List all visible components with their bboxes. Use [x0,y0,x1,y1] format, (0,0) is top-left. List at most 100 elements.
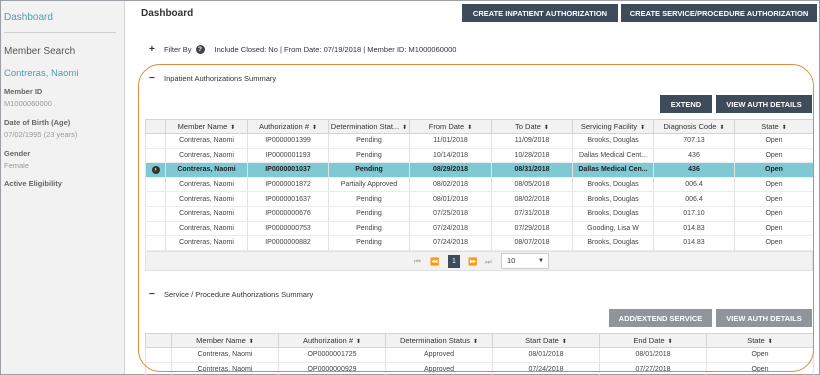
table-cell: 07/29/2018 [491,221,573,237]
table-row[interactable]: Contreras, Naomi IP0000001637 Pending 08/01… [145,191,814,207]
column-header-label: Diagnosis Code [663,122,717,131]
previous-page-icon[interactable]: ⏪ [430,257,439,266]
column-header-servicing-facility[interactable]: Servicing Facility ⬍ [572,119,654,134]
column-header-end-date[interactable]: End Date ⬍ [599,333,707,348]
inpatient-pager: ⏮ ⏪ 1 ⏩ ⏭ 10 ▼ [145,251,813,271]
row-select-cell[interactable] [145,148,166,164]
table-cell: Open [734,133,814,149]
table-cell: Partially Approved [328,177,410,193]
collapse-inpatient-icon[interactable]: − [149,73,155,84]
column-header-state[interactable]: State ⬍ [734,119,814,134]
row-select-cell[interactable] [145,206,166,222]
sort-icon[interactable]: ⬍ [356,339,361,345]
column-header-from-date[interactable]: From Date ⬍ [409,119,492,134]
table-row[interactable]: Contreras, Naomi IP0000000882 Pending 07/24… [145,235,814,251]
column-header-state[interactable]: State ⬍ [706,333,814,348]
row-select-icon[interactable]: › [151,165,160,174]
active-eligibility-label[interactable]: Active Eligibility [4,179,62,188]
column-header-member-name[interactable]: Member Name ⬍ [171,333,279,348]
filter-label[interactable]: Filter By [164,45,192,54]
table-cell: Contreras, Naomi [165,162,248,178]
column-header-determination-stat[interactable]: Determination Stat... ⬍ [328,119,410,134]
add-extend-service-button[interactable]: ADD/EXTEND SERVICE [609,309,712,327]
table-cell: 436 [653,162,735,178]
table-cell: Brooks, Douglas [572,133,654,149]
table-row[interactable]: Contreras, Naomi IP0000001193 Pending 10/14… [145,148,814,164]
column-header-label: Member Name [196,336,246,345]
table-cell: 006.4 [653,177,735,193]
help-icon[interactable]: ? [195,45,205,54]
table-cell: Contreras, Naomi [165,133,248,149]
table-row[interactable]: Contreras, Naomi IP0000001872 Partially Ap… [145,177,814,193]
row-select-cell[interactable] [145,347,172,363]
column-header-label: State [747,336,765,345]
row-select-cell[interactable] [145,221,166,237]
sidebar: Dashboard Member Search Contreras, Naomi… [1,1,125,374]
first-page-icon[interactable]: ⏮ [414,257,421,267]
member-id-value: M1000060000 [4,99,52,108]
table-cell: Pending [328,162,410,178]
column-header-label: Authorization # [258,122,309,131]
table-cell: 08/07/2018 [491,235,573,251]
create-service-procedure-authorization-button[interactable]: CREATE SERVICE/PROCEDURE AUTHORIZATION [621,4,817,22]
table-cell: Brooks, Douglas [572,235,654,251]
table-cell: IP0000000676 [247,206,329,222]
table-cell: 07/24/2018 [409,235,492,251]
sort-icon[interactable]: ⬍ [467,125,472,131]
row-select-cell[interactable] [145,362,172,375]
sort-icon[interactable]: ⬍ [230,125,235,131]
table-cell: Pending [328,191,410,207]
sort-icon[interactable]: ⬍ [719,125,724,131]
column-header-authorization[interactable]: Authorization # ⬍ [278,333,386,348]
column-header-start-date[interactable]: Start Date ⬍ [492,333,600,348]
row-select-cell[interactable] [145,133,166,149]
column-header-member-name[interactable]: Member Name ⬍ [165,119,248,134]
sort-icon[interactable]: ⬍ [249,339,254,345]
table-row[interactable]: Contreras, Naomi OP0000001725 Approved 08/0… [145,347,814,363]
sort-icon[interactable]: ⬍ [668,339,673,345]
row-select-cell[interactable]: › [145,162,166,178]
table-row[interactable]: Contreras, Naomi IP0000000753 Pending 07/24… [145,221,814,237]
next-page-icon[interactable]: ⏩ [468,257,477,266]
table-row[interactable]: Contreras, Naomi IP0000001399 Pending 11/01… [145,133,814,149]
sort-icon[interactable]: ⬍ [544,125,549,131]
table-row[interactable]: Contreras, Naomi IP0000000676 Pending 07/25… [145,206,814,222]
dashboard-link[interactable]: Dashboard [4,12,53,23]
column-header-diagnosis-code[interactable]: Diagnosis Code ⬍ [653,119,735,134]
page-size-select[interactable]: 10 ▼ [501,253,549,269]
row-select-cell[interactable] [145,177,166,193]
sort-icon[interactable]: ⬍ [640,125,645,131]
table-cell: IP0000001872 [247,177,329,193]
table-cell: Pending [328,133,410,149]
table-cell: 08/05/2018 [491,177,573,193]
current-page-button[interactable]: 1 [448,255,460,268]
column-header-determination-status[interactable]: Determination Status ⬍ [385,333,493,348]
sort-icon[interactable]: ⬍ [782,125,787,131]
row-select-cell[interactable] [145,235,166,251]
column-header-to-date[interactable]: To Date ⬍ [491,119,573,134]
page-size-value: 10 [507,256,516,265]
table-cell: Open [734,221,814,237]
sort-icon[interactable]: ⬍ [562,339,567,345]
column-header-authorization[interactable]: Authorization # ⬍ [247,119,329,134]
view-auth-details-button[interactable]: VIEW AUTH DETAILS [716,95,812,113]
table-cell: 08/02/2018 [491,191,573,207]
sort-icon[interactable]: ⬍ [768,339,773,345]
row-select-cell[interactable] [145,191,166,207]
sort-icon[interactable]: ⬍ [473,339,478,345]
member-search-heading[interactable]: Member Search [4,46,75,57]
create-inpatient-authorization-button[interactable]: CREATE INPATIENT AUTHORIZATION [462,4,618,22]
sort-icon[interactable]: ⬍ [402,125,407,131]
column-header-label: Member Name [177,122,228,131]
last-page-icon[interactable]: ⏭ [485,257,492,267]
expand-filter-icon[interactable]: + [149,44,155,55]
member-name[interactable]: Contreras, Naomi [4,68,78,79]
table-cell: 07/24/2018 [409,221,492,237]
view-service-auth-details-button[interactable]: VIEW AUTH DETAILS [716,309,812,327]
sort-icon[interactable]: ⬍ [312,125,317,131]
collapse-service-icon[interactable]: − [149,289,155,300]
table-row[interactable]: › Contreras, Naomi IP0000001037 Pending 08/2… [145,162,814,178]
extend-button[interactable]: EXTEND [660,95,712,113]
table-row[interactable]: Contreras, Naomi OP0000000929 Approved 07/2… [145,362,814,375]
table-cell: IP0000001193 [247,148,329,164]
